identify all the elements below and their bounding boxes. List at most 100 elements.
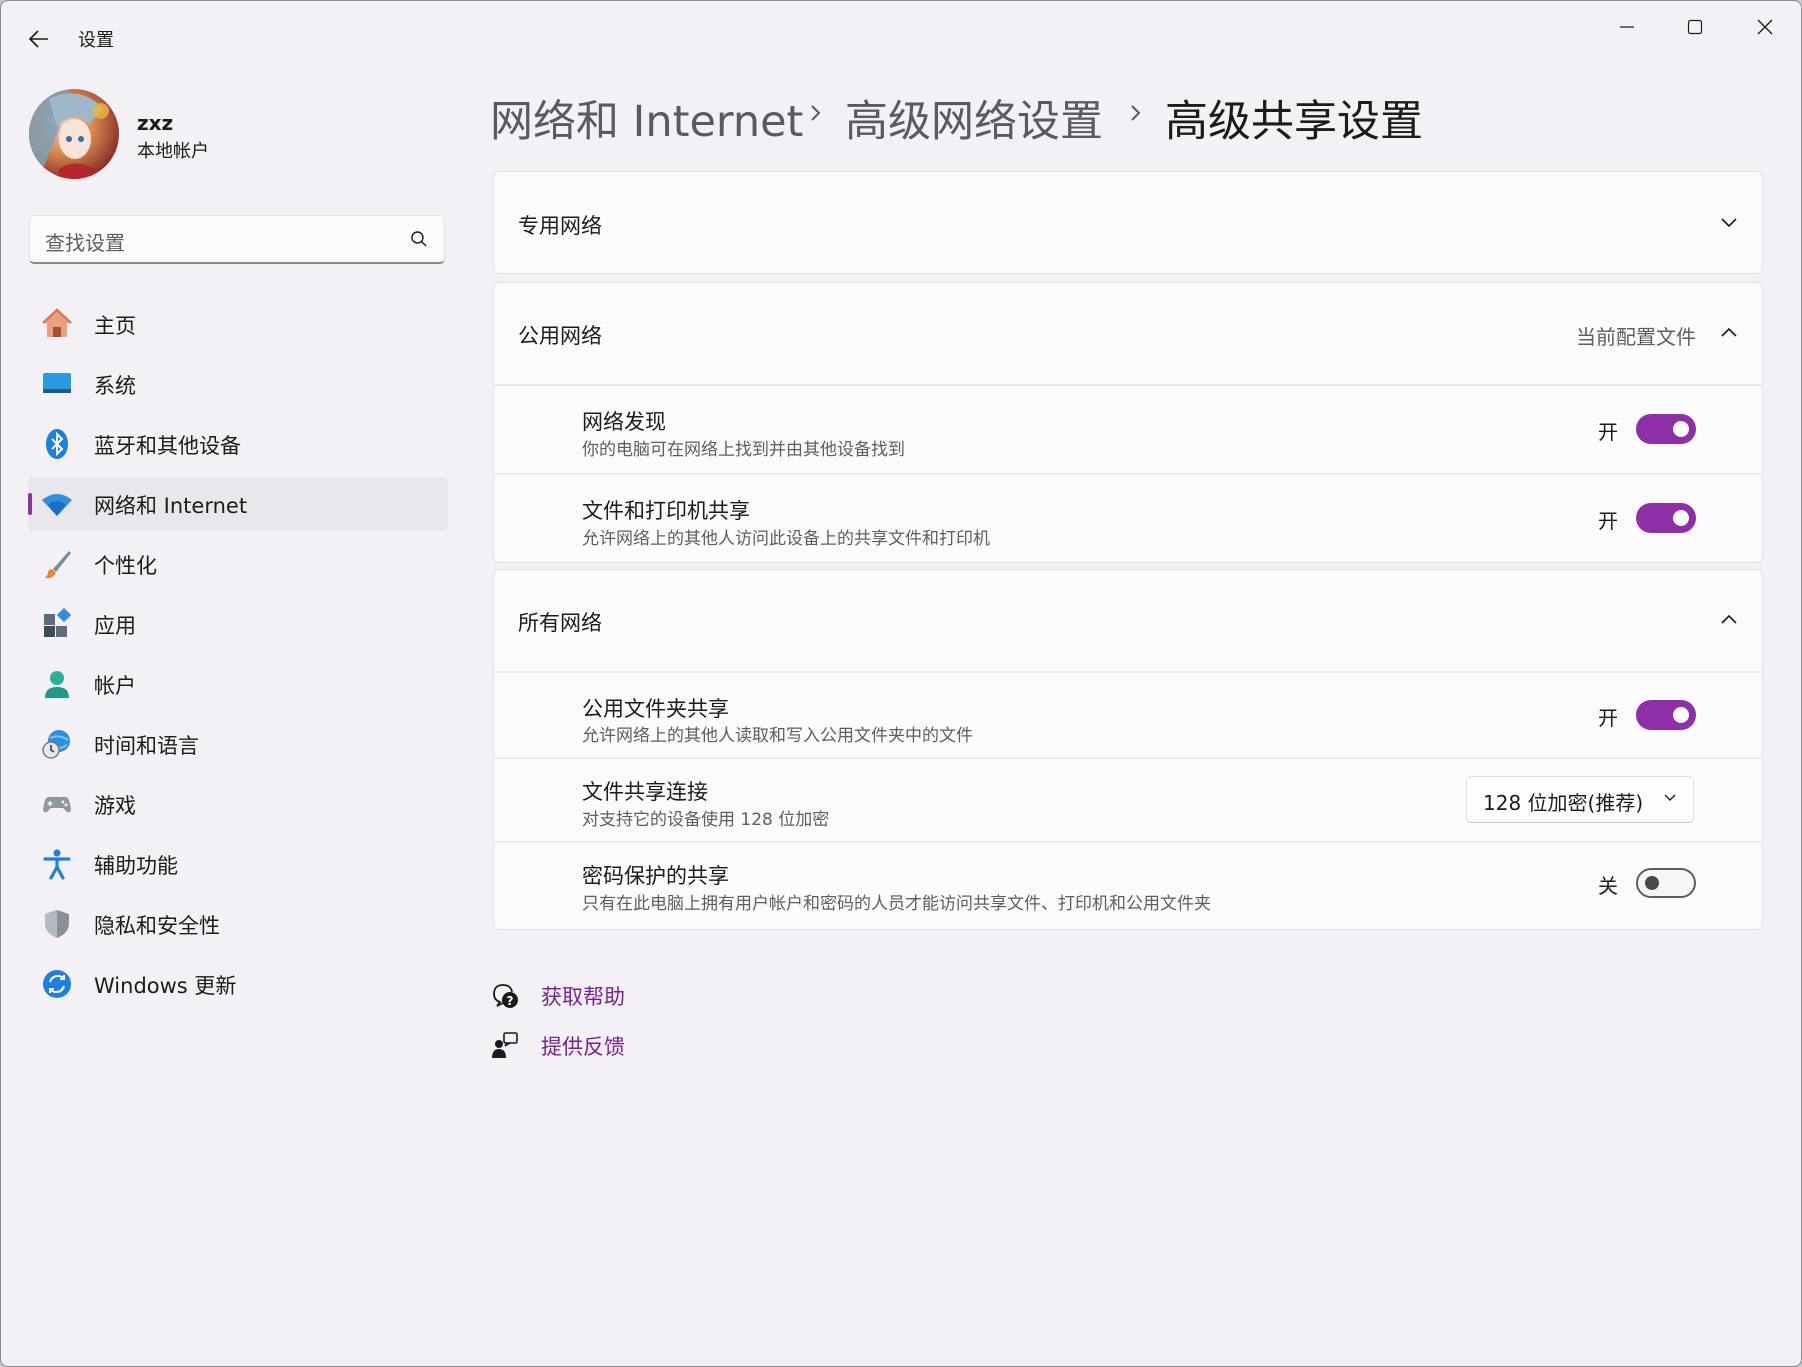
sidebar-item-bluetooth[interactable]: 蓝牙和其他设备 [28,417,448,471]
private-network-section: 专用网络 [493,171,1763,274]
password-protected-sharing-toggle[interactable] [1636,868,1696,898]
chevron-down-icon[interactable] [1720,217,1738,229]
shield-icon [45,910,69,938]
update-icon [43,970,71,998]
app-title: 设置 [78,30,114,51]
close-button[interactable] [1731,1,1799,53]
setting-description: 你的电脑可在网络上找到并由其他设备找到 [582,440,905,460]
current-profile-label: 当前配置文件 [1576,325,1696,349]
give-feedback-label: 提供反馈 [541,1035,625,1059]
sidebar-item-accounts[interactable]: 帐户 [28,657,448,711]
feedback-icon [492,1032,518,1058]
chevron-right-icon [811,105,821,121]
apps-icon [44,608,72,637]
sidebar-item-label: 系统 [94,374,136,398]
public-network-header[interactable]: 公用网络 当前配置文件 [494,283,1762,384]
back-button[interactable] [19,19,59,59]
sidebar-item-label: 主页 [94,314,136,338]
search-placeholder: 查找设置 [45,231,125,255]
section-label: 公用网络 [518,324,602,348]
toggle-state-label: 开 [1598,420,1618,444]
maximize-button[interactable] [1661,1,1729,53]
get-help-link[interactable]: ? 获取帮助 [491,979,691,1013]
avatar[interactable] [29,89,119,179]
network-discovery-row: 网络发现 你的电脑可在网络上找到并由其他设备找到 开 [494,386,1762,473]
public-network-section: 公用网络 当前配置文件 网络发现 你的电脑可在网络上找到并由其他设备找到 开 文… [493,282,1763,563]
public-folder-sharing-toggle[interactable] [1636,700,1696,730]
setting-title: 文件共享连接 [582,780,708,804]
sidebar-item-home[interactable]: 主页 [28,297,448,351]
sidebar-item-network[interactable]: 网络和 Internet [28,477,448,531]
network-discovery-toggle[interactable] [1636,414,1696,444]
sidebar-item-gaming[interactable]: 游戏 [28,777,448,831]
sidebar-item-time-language[interactable]: 时间和语言 [28,717,448,771]
encryption-dropdown[interactable]: 128 位加密(推荐) [1466,776,1694,823]
sidebar-item-label: 帐户 [94,674,136,698]
avatar-image [29,89,119,179]
setting-title: 文件和打印机共享 [582,499,750,523]
breadcrumb-network[interactable]: 网络和 Internet [490,87,803,149]
section-label: 专用网络 [518,214,602,238]
setting-title: 密码保护的共享 [582,864,729,888]
setting-title: 公用文件夹共享 [582,697,729,721]
sidebar-item-label: Windows 更新 [94,974,237,998]
file-printer-sharing-toggle[interactable] [1636,503,1696,533]
sidebar-item-privacy[interactable]: 隐私和安全性 [28,897,448,951]
search-input[interactable]: 查找设置 [29,215,445,264]
sidebar-item-label: 蓝牙和其他设备 [94,434,241,458]
setting-description: 允许网络上的其他人访问此设备上的共享文件和打印机 [582,529,990,549]
sidebar-item-label: 网络和 Internet [94,494,248,518]
chevron-up-icon[interactable] [1720,326,1738,338]
toggle-state-label: 关 [1598,874,1618,898]
maximize-icon [1687,19,1703,35]
sidebar-item-label: 游戏 [94,794,136,818]
setting-description: 只有在此电脑上拥有用户帐户和密码的人员才能访问共享文件、打印机和公用文件夹 [582,894,1211,914]
home-icon [42,308,72,337]
sidebar-item-label: 时间和语言 [94,734,199,758]
sidebar-item-windows-update[interactable]: Windows 更新 [28,957,448,1011]
wifi-icon [42,494,72,516]
section-label: 所有网络 [518,611,602,635]
toggle-state-label: 开 [1598,706,1618,730]
file-sharing-connections-row: 文件共享连接 对支持它的设备使用 128 位加密 128 位加密(推荐) [494,759,1762,841]
dropdown-selected-value: 128 位加密(推荐) [1483,791,1644,815]
accessibility-icon [43,849,71,880]
public-folder-sharing-row: 公用文件夹共享 允许网络上的其他人读取和写入公用文件夹中的文件 开 [494,673,1762,757]
sidebar-item-apps[interactable]: 应用 [28,597,448,651]
title-bar: 设置 [1,1,1801,73]
user-name: zxz [137,111,174,135]
all-networks-section: 所有网络 公用文件夹共享 允许网络上的其他人读取和写入公用文件夹中的文件 开 文… [493,569,1763,930]
page-title: 高级共享设置 [1165,97,1423,147]
sidebar-item-label: 辅助功能 [94,854,178,878]
chevron-up-icon[interactable] [1720,613,1738,625]
svg-text:?: ? [507,994,514,1008]
sidebar-item-label: 隐私和安全性 [94,914,220,938]
system-display-icon [43,373,71,393]
sidebar-item-accessibility[interactable]: 辅助功能 [28,837,448,891]
setting-description: 允许网络上的其他人读取和写入公用文件夹中的文件 [582,726,973,746]
sidebar-item-label: 个性化 [94,554,157,578]
setting-title: 网络发现 [582,410,666,434]
all-networks-header[interactable]: 所有网络 [494,570,1762,671]
settings-window: 设置 zxz 本地帐户 查找设置 主页 系统 蓝牙和其他设备 网络和 Inter… [0,0,1802,1367]
toggle-state-label: 开 [1598,509,1618,533]
file-printer-sharing-row: 文件和打印机共享 允许网络上的其他人访问此设备上的共享文件和打印机 开 [494,475,1762,562]
minimize-button[interactable] [1593,1,1661,53]
account-icon [45,671,69,698]
private-network-header[interactable]: 专用网络 [494,172,1762,275]
give-feedback-link[interactable]: 提供反馈 [491,1029,691,1063]
brush-icon [45,551,71,579]
chevron-down-icon [1664,794,1676,801]
chevron-right-icon [1131,105,1141,121]
setting-description: 对支持它的设备使用 128 位加密 [582,810,830,830]
password-protected-sharing-row: 密码保护的共享 只有在此电脑上拥有用户帐户和密码的人员才能访问共享文件、打印机和… [494,843,1762,929]
globe-clock-icon [42,730,70,759]
bluetooth-icon [46,429,68,459]
minimize-icon [1620,26,1634,28]
sidebar-item-system[interactable]: 系统 [28,357,448,411]
search-icon[interactable] [410,230,428,248]
account-type: 本地帐户 [137,141,209,162]
sidebar-item-personalization[interactable]: 个性化 [28,537,448,591]
breadcrumb-advanced-network[interactable]: 高级网络设置 [845,87,1103,149]
gamepad-icon [43,796,71,813]
